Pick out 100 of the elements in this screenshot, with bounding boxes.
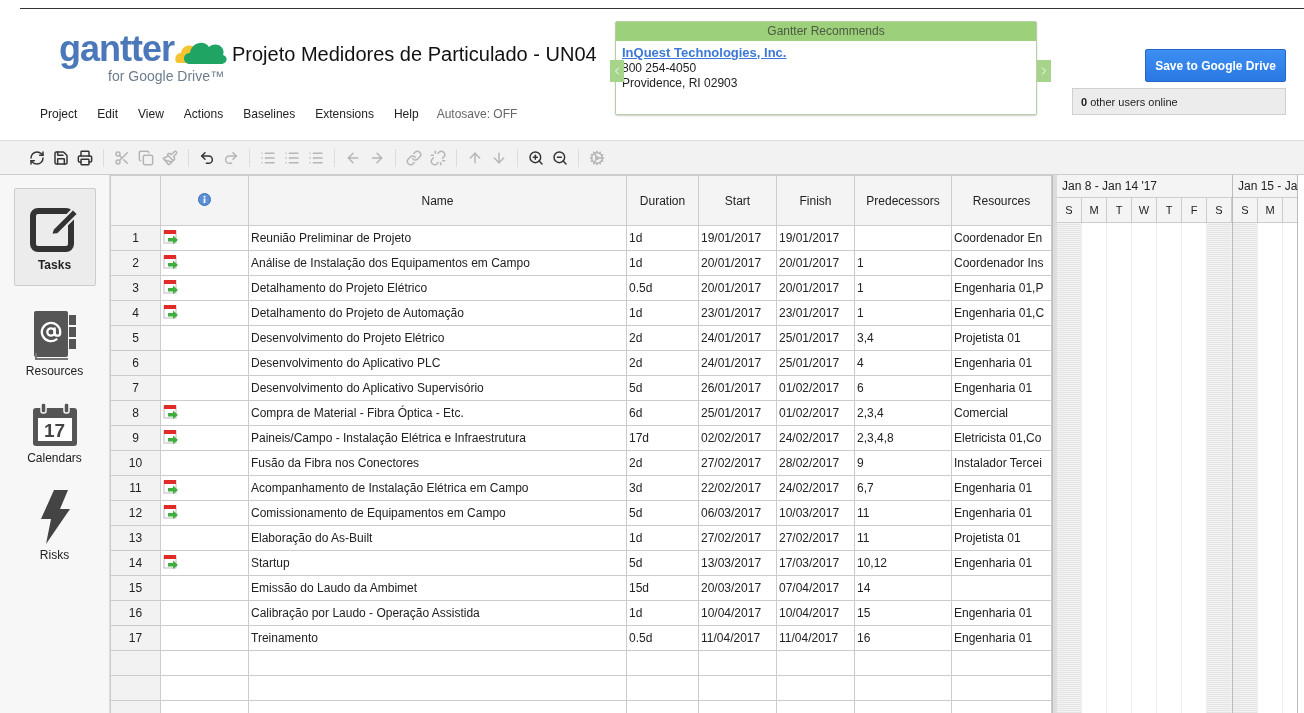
row-number: 6 — [110, 350, 161, 376]
row-number: 13 — [110, 525, 161, 551]
table-cell: 17/03/2017 — [776, 550, 855, 576]
zoom-out-icon[interactable] — [551, 148, 569, 167]
table-cell: 20/01/2017 — [776, 250, 855, 276]
table-cell: Eletricista 01,Co — [951, 425, 1052, 451]
table-cell: 10/04/2017 — [698, 600, 777, 626]
menu-item[interactable]: View — [128, 105, 174, 123]
table-cell: 1 — [854, 250, 952, 276]
row-number: 10 — [110, 450, 161, 476]
table-cell: 17d — [626, 425, 699, 451]
calendar-icon — [30, 402, 79, 448]
address-text: Providence, RI 02903 — [622, 76, 739, 90]
menu-item[interactable]: Baselines — [233, 105, 306, 123]
table-cell: 10/03/2017 — [776, 500, 855, 526]
zoom-in-icon[interactable] — [527, 148, 545, 167]
table-cell: Elaboração do As-Built — [248, 525, 627, 551]
sidebar-item[interactable]: Tasks — [13, 188, 96, 286]
menu-item[interactable]: Edit — [87, 105, 129, 123]
table-cell: Engenharia 01,C — [951, 300, 1052, 326]
table-cell: 9 — [854, 450, 952, 476]
table-cell: 4 — [854, 350, 952, 376]
menu-item[interactable]: Extensions — [305, 105, 384, 123]
menu-item[interactable]: Actions — [173, 105, 234, 123]
table-cell: 01/02/2017 — [776, 400, 855, 426]
table-cell: 1d — [626, 225, 699, 251]
column-header[interactable]: Resources — [951, 175, 1052, 226]
table-cell: 19/01/2017 — [776, 225, 855, 251]
table-cell: 25/01/2017 — [776, 325, 855, 351]
table-cell: 11/04/2017 — [698, 625, 777, 651]
column-header[interactable]: Finish — [776, 175, 855, 226]
column-header[interactable]: Predecessors — [854, 175, 952, 226]
company-link[interactable]: InQuest Technologies, Inc. — [622, 45, 1030, 60]
table-cell: 20/01/2017 — [698, 250, 777, 276]
table-cell: 15d — [626, 575, 699, 601]
menu-item[interactable]: Project — [30, 105, 88, 123]
column-header[interactable]: Name — [248, 175, 627, 226]
table-cell: 11 — [854, 500, 952, 526]
table-cell: Reunião Preliminar de Projeto — [248, 225, 627, 251]
table-cell: 20/01/2017 — [776, 275, 855, 301]
table-cell: Instalador Tercei — [951, 450, 1052, 476]
table-cell: 28/02/2017 — [776, 450, 855, 476]
day-label: T — [1157, 198, 1182, 222]
table-cell: 1d — [626, 600, 699, 626]
table-cell: Desenvolvimento do Aplicativo Supervisório — [248, 375, 627, 401]
day-label: T — [1107, 198, 1132, 222]
row-number: 9 — [110, 425, 161, 451]
table-cell: 5d — [626, 500, 699, 526]
table-cell: 19/01/2017 — [698, 225, 777, 251]
table-cell: 10,12 — [854, 550, 952, 576]
refresh-icon[interactable] — [28, 148, 46, 167]
table-cell: Compra de Material - Fibra Óptica - Etc. — [248, 400, 627, 426]
table-cell: 5d — [626, 550, 699, 576]
row-number: 8 — [110, 400, 161, 426]
project-title: Projeto Medidores de Particulado - UN04 — [232, 42, 597, 66]
sidebar-item[interactable]: Risks — [13, 488, 96, 563]
autosave-status: Autosave: OFF — [435, 107, 518, 121]
row-number: 14 — [110, 550, 161, 576]
table-cell: Acompanhamento de Instalação Elétrica em Campo — [248, 475, 627, 501]
table-cell: Análise de Instalação dos Equipamentos em Campo — [248, 250, 627, 276]
row-number: 16 — [110, 600, 161, 626]
table-cell: Projetista 01 — [951, 325, 1052, 351]
table-cell: 25/01/2017 — [776, 350, 855, 376]
row-number: 5 — [110, 325, 161, 351]
table-cell: 27/02/2017 — [698, 450, 777, 476]
table-cell: 10/04/2017 — [776, 600, 855, 626]
menu-item[interactable]: Help — [383, 105, 429, 123]
print-icon[interactable] — [76, 148, 94, 167]
logo-subtitle: for Google Drive™ — [108, 68, 224, 84]
table-cell: Coordenador Ins — [951, 250, 1052, 276]
table-cell: Paineis/Campo - Instalação Elétrica e Infraestrutura — [248, 425, 627, 451]
table-cell: 6,7 — [854, 475, 952, 501]
table-cell: Treinamento — [248, 625, 627, 651]
week-label: Jan 8 - Jan 14 '17 — [1057, 175, 1232, 198]
save-button[interactable]: Save to Google Drive — [1145, 49, 1286, 82]
table-cell: 06/03/2017 — [698, 500, 777, 526]
save-icon[interactable] — [52, 148, 70, 167]
column-header[interactable]: Start — [698, 175, 777, 226]
table-cell: 2,3,4 — [854, 400, 952, 426]
table-cell: Engenharia 01 — [951, 600, 1052, 626]
previous-button[interactable] — [610, 60, 624, 82]
column-header[interactable]: Duration — [626, 175, 699, 226]
users-online: 0 other users online — [1072, 88, 1286, 115]
table-cell: Coordenador En — [951, 225, 1052, 251]
table-cell: 1d — [626, 525, 699, 551]
day-label: M — [1082, 198, 1107, 222]
table-cell: 20/01/2017 — [698, 275, 777, 301]
table-cell: 27/02/2017 — [776, 525, 855, 551]
sidebar-item[interactable]: 17 Calendars — [13, 401, 96, 466]
table-cell: 24/01/2017 — [698, 350, 777, 376]
table-cell: 0.5d — [626, 625, 699, 651]
table-cell: 23/01/2017 — [776, 300, 855, 326]
next-button[interactable] — [1037, 60, 1051, 82]
table-cell: 22/02/2017 — [698, 475, 777, 501]
table-cell: 0.5d — [626, 275, 699, 301]
table-cell: 11/04/2017 — [776, 625, 855, 651]
row-number: 17 — [110, 625, 161, 651]
table-cell: Desenvolvimento do Aplicativo PLC — [248, 350, 627, 376]
table-cell: 15 — [854, 600, 952, 626]
day-label: W — [1132, 198, 1157, 222]
